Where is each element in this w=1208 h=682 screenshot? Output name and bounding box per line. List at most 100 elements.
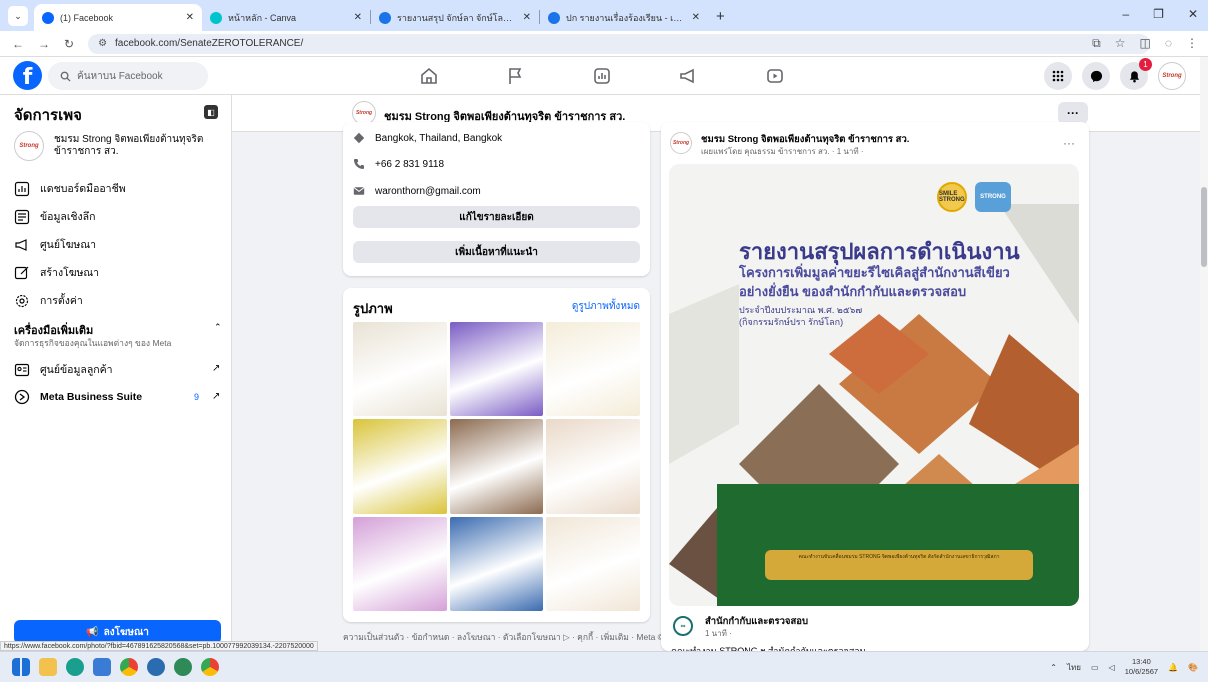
tab-favicon-icon: [548, 11, 560, 24]
browser-tab[interactable]: หน้าหลัก - Canva ✕: [202, 4, 370, 31]
input-language[interactable]: ไทย: [1067, 661, 1081, 674]
bookmark-star-icon[interactable]: ☆: [1115, 36, 1126, 51]
notification-center-icon[interactable]: 🔔: [1168, 663, 1178, 672]
close-tab-icon[interactable]: ✕: [354, 12, 362, 23]
sidebar-item-create-ad[interactable]: สร้างโฆษณา: [14, 264, 99, 281]
profile-icon[interactable]: ◌: [1165, 36, 1172, 51]
poster-subtitle-1: โครงการเพิ่มมูลค่าขยะรีไซเคิลสู่สำนักงาน…: [739, 265, 1010, 280]
post-more-options-icon[interactable]: ···: [1063, 136, 1075, 150]
close-tab-icon[interactable]: ✕: [523, 12, 531, 23]
store-icon[interactable]: [93, 658, 111, 676]
file-explorer-icon[interactable]: [39, 658, 57, 676]
photo-thumbnail[interactable]: [546, 322, 640, 417]
post-author-avatar[interactable]: Strong: [670, 132, 692, 154]
chrome-icon[interactable]: [120, 658, 138, 676]
edit-details-button[interactable]: แก้ไขรายละเอียด: [353, 206, 640, 228]
tray-chevron-icon[interactable]: ⌃: [1050, 663, 1057, 672]
close-window-button[interactable]: ✕: [1188, 7, 1198, 21]
weather-icon[interactable]: 🎨: [1188, 663, 1198, 672]
install-icon[interactable]: ⧉: [1092, 36, 1101, 51]
menu-grid-icon[interactable]: [1044, 62, 1072, 90]
poster-subtitle-2: อย่างยั่งยืน ของสำนักกำกับและตรวจสอบ: [739, 284, 967, 299]
gear-icon: [15, 294, 29, 307]
sidebar-page-switcher[interactable]: Strong ชมรม Strong จิตพอเพียงต้านทุจริต …: [14, 131, 214, 161]
insights-nav-icon[interactable]: [592, 66, 612, 86]
sidebar-item-label: Meta Business Suite: [40, 391, 143, 403]
site-info-icon[interactable]: ⚙: [98, 38, 107, 49]
new-tab-button[interactable]: +: [716, 8, 725, 25]
close-tab-icon[interactable]: ✕: [692, 12, 700, 23]
sidebar-item-settings[interactable]: การตั้งค่า: [14, 292, 83, 309]
sidebar-item-meta-business-suite[interactable]: Meta Business Suite: [14, 389, 142, 405]
intro-phone: +66 2 831 9118: [353, 158, 444, 170]
reload-button[interactable]: ↻: [64, 37, 74, 51]
photo-thumbnail[interactable]: [546, 419, 640, 514]
forward-button[interactable]: →: [38, 37, 50, 51]
sidebar-item-dashboard[interactable]: แดชบอร์ดมืออาชีพ: [14, 180, 126, 197]
email-icon: [353, 187, 365, 195]
volume-icon[interactable]: ◁: [1109, 663, 1115, 672]
maps-app-icon[interactable]: [174, 658, 192, 676]
location-text: Bangkok, Thailand, Bangkok: [375, 132, 503, 144]
sidebar-item-insights[interactable]: ข้อมูลเชิงลึก: [14, 208, 95, 225]
sidebar-item-customer-center[interactable]: ศูนย์ข้อมูลลูกค้า: [14, 361, 113, 378]
notifications-bell-icon[interactable]: 1: [1120, 58, 1152, 90]
meta-business-suite-icon: [14, 389, 30, 405]
browser-tab[interactable]: (1) Facebook ✕: [34, 4, 202, 31]
collapse-panel-icon[interactable]: ◧: [204, 105, 218, 119]
browser-menu-icon[interactable]: ⋮: [1186, 36, 1198, 51]
facebook-search-input[interactable]: ค้นหาบน Facebook: [48, 62, 208, 90]
windows-start-icon[interactable]: [12, 658, 30, 676]
scrollbar-thumb[interactable]: [1201, 187, 1207, 267]
browser-tab[interactable]: ปก รายงานเรื่องร้องเรียน - เอกสาร (✕: [540, 4, 708, 31]
see-all-photos-link[interactable]: ดูรูปภาพทั้งหมด: [572, 299, 640, 314]
tab-title: รายงานสรุป จักษ์ลา จักษ์โลก - เอกส: [397, 12, 517, 23]
flag-icon[interactable]: [505, 66, 525, 86]
tab-search-icon[interactable]: ⌄: [8, 6, 28, 26]
browser-tab[interactable]: รายงานสรุป จักษ์ลา จักษ์โลก - เอกส ✕: [371, 4, 539, 31]
page-scrollbar[interactable]: [1200, 57, 1208, 651]
network-icon[interactable]: ▭: [1091, 663, 1099, 672]
sidebar-item-ad-center[interactable]: ศูนย์โฆษณา: [14, 236, 96, 253]
photo-thumbnail[interactable]: [353, 322, 447, 417]
tab-title: (1) Facebook: [60, 12, 114, 23]
sidebar-item-label: การตั้งค่า: [40, 295, 83, 307]
back-button[interactable]: ←: [12, 37, 24, 51]
video-icon[interactable]: [765, 66, 785, 86]
chrome-profile-icon[interactable]: [201, 658, 219, 676]
photo-thumbnail[interactable]: [546, 516, 640, 611]
poster-green-band: [717, 484, 1079, 606]
facebook-logo-icon[interactable]: f: [13, 61, 42, 90]
restore-button[interactable]: ❐: [1153, 7, 1164, 21]
settings-app-icon[interactable]: [147, 658, 165, 676]
tab-title: หน้าหลัก - Canva: [228, 12, 297, 23]
megaphone-nav-icon[interactable]: [678, 66, 698, 86]
system-clock[interactable]: 13:40 10/6/2567: [1125, 657, 1158, 677]
profile-avatar[interactable]: Strong: [1158, 62, 1186, 90]
sidebar-item-label: ข้อมูลเชิงลึก: [40, 211, 96, 223]
photo-thumbnail[interactable]: [353, 516, 447, 611]
photo-thumbnail[interactable]: [449, 322, 544, 417]
notification-count-badge: 1: [1139, 58, 1152, 71]
photo-thumbnail[interactable]: [353, 419, 447, 514]
collapse-tools-icon[interactable]: ⌃: [214, 322, 222, 333]
home-icon[interactable]: [419, 66, 439, 86]
close-tab-icon[interactable]: ✕: [186, 12, 194, 23]
post-image[interactable]: SMILE STRONG STRONG รายงานสรุปผลการดำเนิ…: [669, 164, 1079, 606]
photo-thumbnail[interactable]: [449, 419, 544, 514]
page-name: ชมรม Strong จิตพอเพียงต้านทุจริต ข้าราชก…: [54, 134, 204, 157]
messenger-icon[interactable]: [1082, 62, 1110, 90]
page-more-options-button[interactable]: ···: [1058, 102, 1088, 124]
sidebar-item-label: แดชบอร์ดมืออาชีพ: [40, 183, 126, 195]
edge-icon[interactable]: [66, 658, 84, 676]
photos-title: รูปภาพ: [353, 301, 393, 316]
photo-thumbnail[interactable]: [449, 516, 544, 611]
megaphone-icon: 📢: [86, 626, 99, 638]
add-featured-button[interactable]: เพิ่มเนื้อหาที่แนะนำ: [353, 241, 640, 263]
url-input[interactable]: ⚙ facebook.com/SenateZEROTOLERANCE/: [88, 33, 1151, 54]
minimize-button[interactable]: –: [1122, 7, 1129, 21]
edit-icon: [14, 266, 29, 279]
shared-from-avatar[interactable]: ∞: [673, 616, 693, 636]
footer-links[interactable]: ความเป็นส่วนตัว · ข้อกำหนด · ลงโฆษณา · ต…: [343, 630, 685, 644]
extensions-icon[interactable]: ◫: [1140, 36, 1151, 51]
